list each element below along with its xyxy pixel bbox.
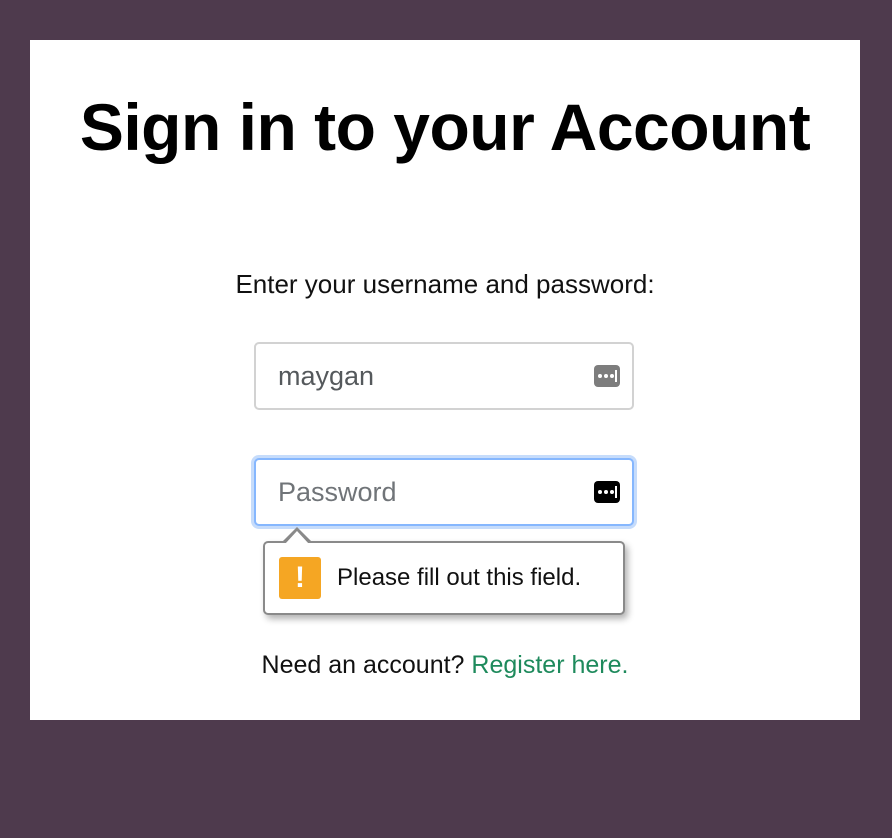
warning-exclamation-icon: ! [279,557,321,599]
page-subtitle: Enter your username and password: [235,269,655,299]
password-manager-key-icon[interactable] [594,481,620,503]
username-input[interactable] [256,344,632,408]
password-manager-key-icon[interactable] [594,365,620,387]
username-field[interactable] [254,342,634,410]
register-prompt: Need an account? Register here. [30,647,860,683]
register-link[interactable]: Register here. [471,651,628,679]
password-input[interactable] [256,460,632,524]
validation-tooltip: ! Please fill out this field. [263,541,625,615]
register-prompt-text: Need an account? [261,651,465,679]
tooltip-arrow-fill [285,531,309,544]
validation-message: Please fill out this field. [337,564,582,591]
page-title: Sign in to your Account [79,90,811,164]
password-field[interactable] [254,458,634,526]
login-card: Sign in to your Account Enter your usern… [30,40,860,720]
